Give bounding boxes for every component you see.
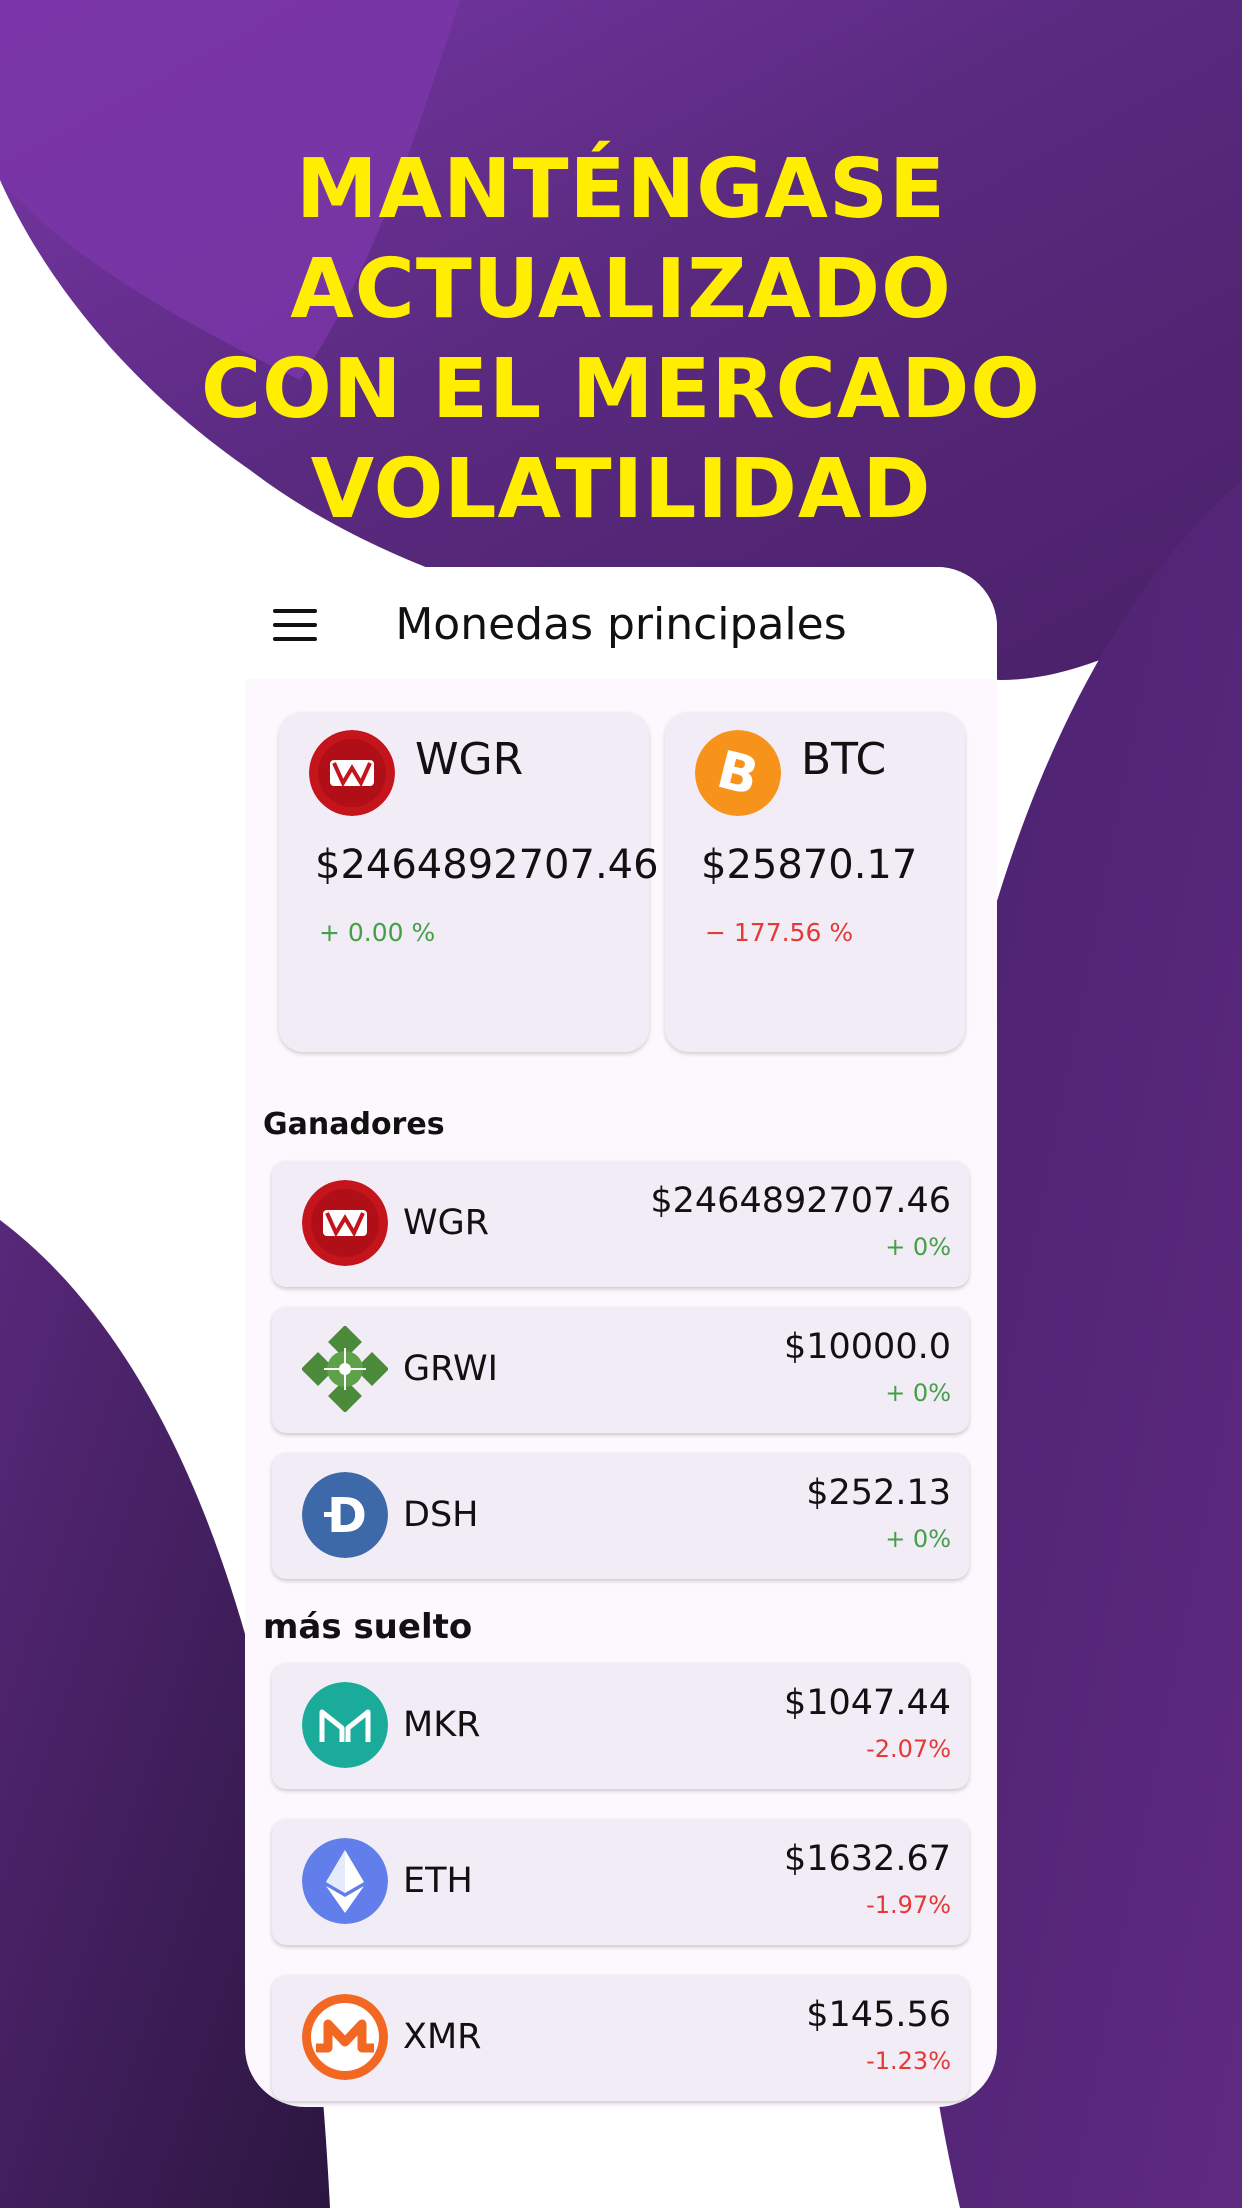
list-item[interactable]: MKR $1047.44 -2.07% <box>272 1663 969 1789</box>
coin-price: $2464892707.46 <box>650 1181 951 1221</box>
coin-change: − 177.56 % <box>705 918 854 947</box>
hamburger-menu-icon[interactable] <box>273 609 317 641</box>
list-item[interactable]: WGR $2464892707.46 + 0% <box>272 1161 969 1287</box>
coin-change: -2.07% <box>866 1735 951 1763</box>
grwi-logo-icon <box>302 1326 388 1412</box>
coin-change: + 0% <box>885 1379 951 1407</box>
list-item[interactable]: GRWI $10000.0 + 0% <box>272 1307 969 1433</box>
coin-symbol: GRWI <box>403 1349 498 1389</box>
bitcoin-logo-icon: B <box>695 730 781 816</box>
list-item[interactable]: ETH $1632.67 -1.97% <box>272 1819 969 1945</box>
gainers-section-title: Ganadores <box>263 1107 445 1142</box>
coin-price: $252.13 <box>806 1473 951 1513</box>
page-title: Monedas principales <box>395 599 847 650</box>
list-item[interactable]: D DSH $252.13 + 0% <box>272 1453 969 1579</box>
coin-symbol: MKR <box>403 1705 481 1745</box>
dash-logo-icon: D <box>302 1472 388 1558</box>
coin-symbol: BTC <box>801 734 887 785</box>
coin-price: $2464892707.46 <box>315 842 659 888</box>
coin-change: -1.97% <box>866 1891 951 1919</box>
coin-price: $145.56 <box>806 1995 951 2035</box>
coin-price: $10000.0 <box>783 1327 951 1367</box>
coin-change: + 0% <box>885 1525 951 1553</box>
coin-price: $1632.67 <box>783 1839 951 1879</box>
coin-symbol: ETH <box>403 1861 473 1901</box>
maker-logo-icon <box>302 1682 388 1768</box>
wgr-logo-icon <box>302 1180 388 1266</box>
list-item[interactable]: XMR $145.56 -1.23% <box>272 1975 969 2101</box>
coin-symbol: WGR <box>415 734 524 785</box>
coin-price: $25870.17 <box>701 842 918 888</box>
headline-line-1: MANTÉNGASE <box>295 142 947 237</box>
top-coin-card-wgr[interactable]: WGR $2464892707.46 + 0.00 % <box>279 712 659 1052</box>
coin-symbol: DSH <box>403 1495 479 1535</box>
headline-line-2: ACTUALIZADO <box>290 242 952 337</box>
coin-change: + 0% <box>885 1233 951 1261</box>
phone-screen: Monedas principales WGR $2464892707.46 +… <box>245 567 997 2107</box>
headline-line-4: VOLATILIDAD <box>310 442 932 537</box>
coin-symbol: XMR <box>403 2017 482 2057</box>
monero-logo-icon <box>302 1994 388 2080</box>
coin-symbol: WGR <box>403 1203 490 1243</box>
headline: MANTÉNGASE ACTUALIZADO CON EL MERCADO VO… <box>0 140 1242 540</box>
headline-line-3: CON EL MERCADO <box>200 342 1042 437</box>
ethereum-logo-icon <box>302 1838 388 1924</box>
coin-change: + 0.00 % <box>319 918 436 947</box>
losers-section-title: más suelto <box>263 1607 473 1647</box>
coin-price: $1047.44 <box>783 1683 951 1723</box>
wgr-logo-icon <box>309 730 395 816</box>
app-bar: Monedas principales <box>245 567 997 679</box>
top-coin-card-btc[interactable]: B BTC $25870.17 − 177.56 % <box>665 712 965 1052</box>
coin-change: -1.23% <box>866 2047 951 2075</box>
